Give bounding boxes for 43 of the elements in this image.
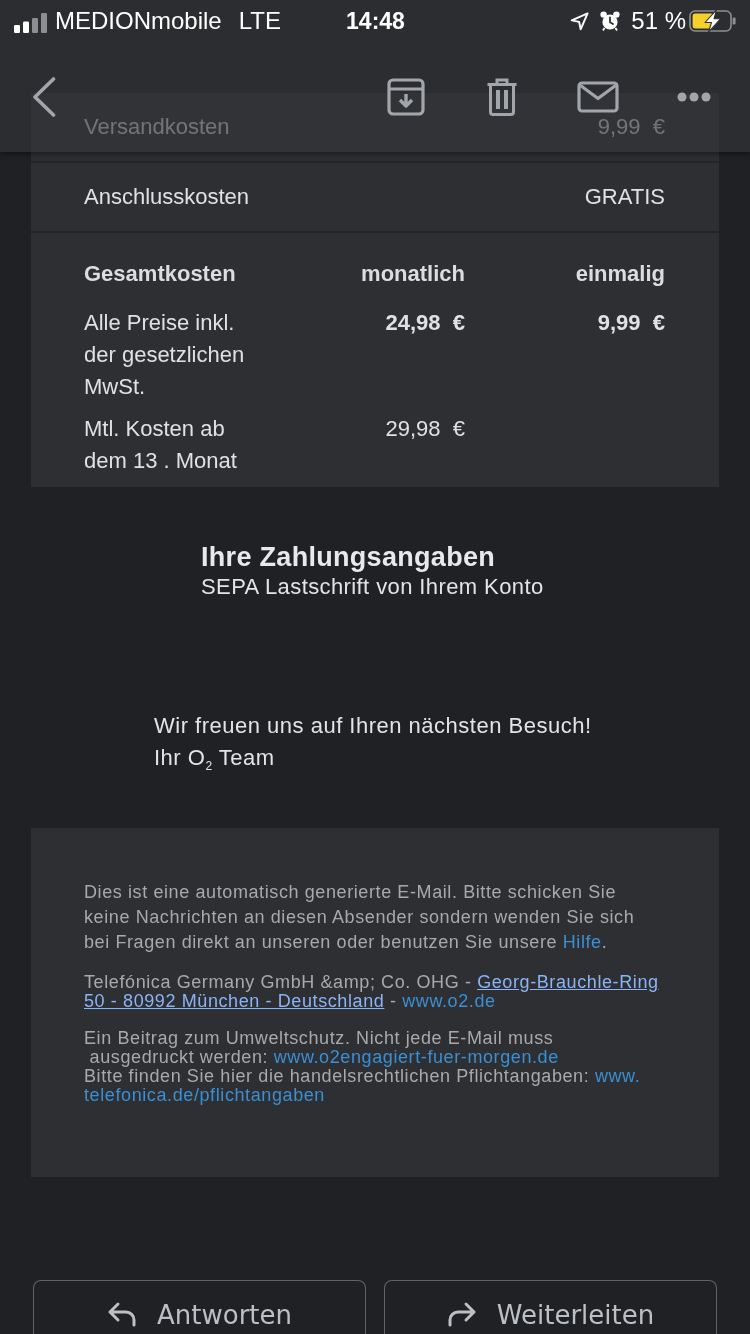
more-dots-icon	[677, 92, 711, 102]
trash-can-icon	[486, 78, 518, 116]
row-label: Mtl. Kosten ab dem 13 . Monat	[84, 415, 238, 475]
battery-percentage: 51 %	[631, 7, 686, 35]
footer-link[interactable]: Hilfe	[562, 932, 602, 952]
amount-cell-text: 24,98 €	[384, 309, 465, 337]
signature-text: Ihr O$_{2}$ Team	[154, 744, 276, 774]
footer-link[interactable]: www.o2engagiert-fuer-morgen.de	[273, 1047, 559, 1067]
battery-charging-icon	[689, 9, 737, 33]
amount-cell-text: 29,98 €	[384, 415, 465, 443]
signal-icon	[14, 13, 48, 33]
forward-button[interactable]: Weiterleiten	[384, 1280, 717, 1334]
row-label: Alle Preise inkl. der gesetzlichen MwSt.	[84, 309, 246, 401]
footer-text: Dies ist eine automatisch generierte E-Mail. Bitte schicken Sie keine Nachrichten an diesen Absender sondern wenden Sie sich bei Fragen direkt an unseren oder benutzen Sie unsere Hilfe.	[84, 881, 636, 954]
network-type: LTE	[238, 7, 281, 35]
amount-cell-text: 9,99 €	[596, 309, 665, 337]
reply-button[interactable]: Antworten	[33, 1280, 366, 1334]
cost-value: GRATIS	[584, 184, 665, 210]
cost-value: 9,99 €	[597, 114, 665, 140]
chevron-left-icon	[32, 77, 56, 117]
footer-text: Ein Beitrag zum Umweltschutz. Nicht jede E-Mail muss ausgedruckt werden: www.o2engagiert-fuer-morgen.de Bitte finden Sie hier die handelsrechtlichen Pflichtangaben: www. telefonica.de/pflichtangaben	[84, 1029, 642, 1105]
cost-label: Versandkosten	[84, 114, 230, 140]
greeting-text: Wir freuen uns auf Ihren nächsten Besuch!	[154, 712, 593, 740]
footer-link[interactable]: www.o2.de	[402, 991, 496, 1011]
carrier-name: MEDIONmobile	[55, 7, 222, 35]
footer-link[interactable]: telefonica.de/pflichtangaben	[84, 1085, 325, 1105]
cost-label: Anschlusskosten	[84, 184, 250, 210]
location-arrow-icon	[570, 11, 590, 31]
footer-link[interactable]: www.	[594, 1066, 641, 1086]
column-header: einmalig	[574, 260, 665, 288]
column-header: monatlich	[360, 260, 465, 288]
footer-text: Telefónica Germany GmbH &amp; Co. OHG - Georg-Brauchle-Ring 50 - 80992 München - Deutschland - www.o2.de	[84, 973, 660, 1011]
footer-link[interactable]: 50 - 80992 München - Deutschland	[84, 991, 385, 1011]
section-title: Ihre Zahlungsangaben	[201, 542, 497, 572]
envelope-icon	[577, 81, 619, 113]
payment-method: SEPA Lastschrift von Ihrem Konto	[201, 573, 545, 601]
column-header: Gesamtkosten	[84, 260, 237, 288]
reply-icon	[107, 1301, 137, 1328]
clock-time: 14:48	[346, 7, 405, 35]
forward-icon	[446, 1301, 477, 1328]
box-arrow-down-icon	[387, 78, 425, 116]
alarm-clock-icon	[600, 11, 621, 31]
footer-link[interactable]: Georg-Brauchle-Ring	[477, 972, 659, 992]
